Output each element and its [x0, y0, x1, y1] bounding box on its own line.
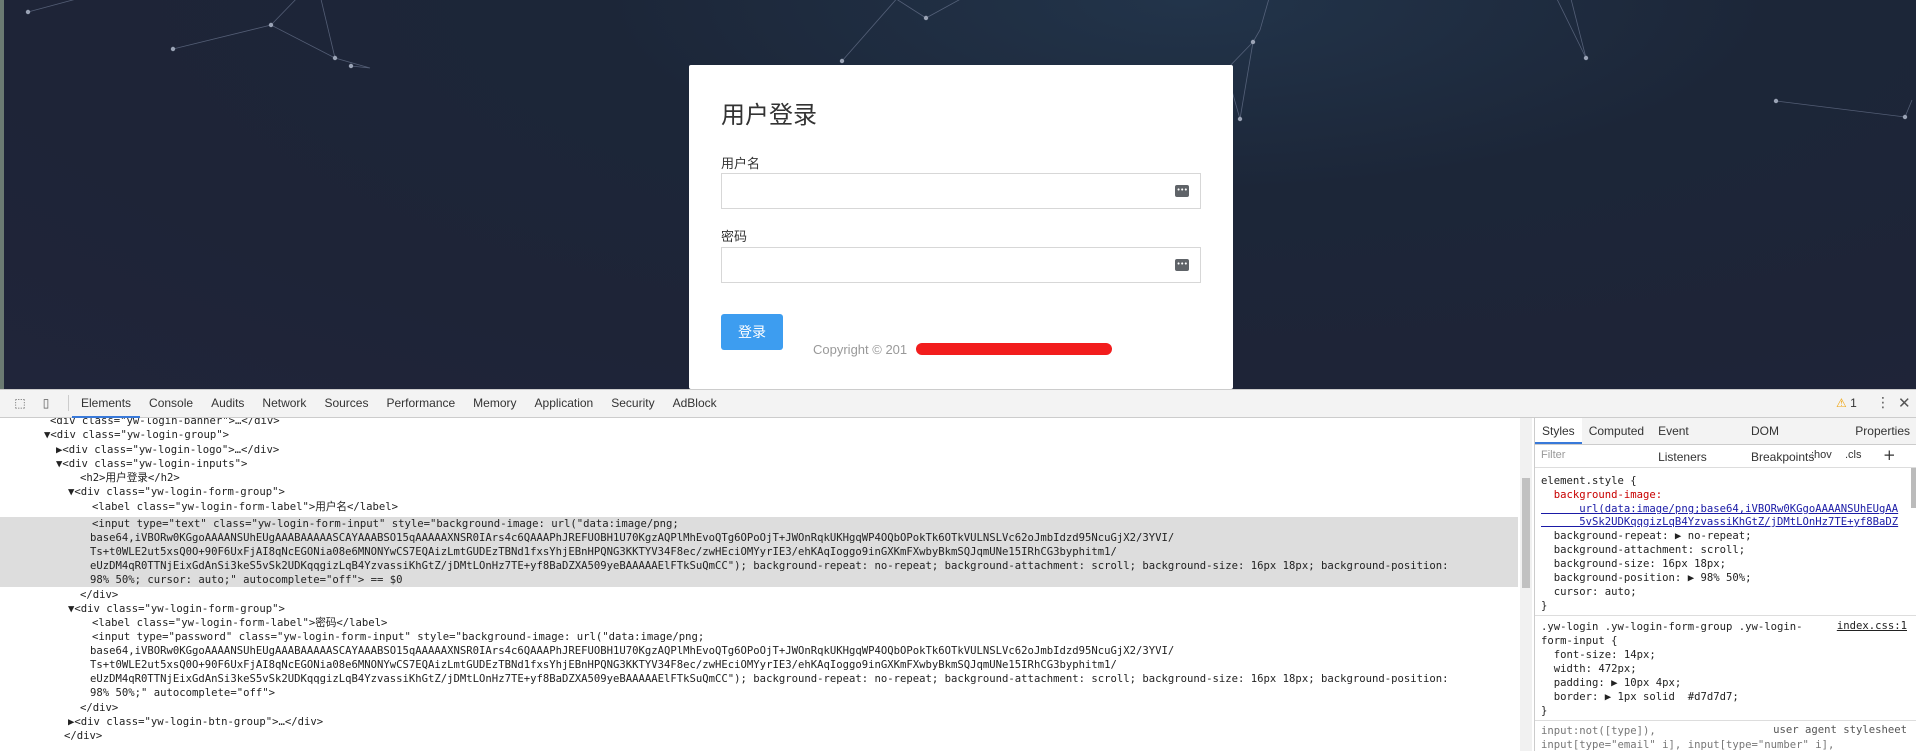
- tree-line[interactable]: </div>: [64, 729, 102, 743]
- tree-line-selected: Ts+t0WLE2ut5xsQ0O+90F6UxFjAI8qNcEGONia08…: [90, 546, 1117, 558]
- inspect-element-icon[interactable]: ⬚: [13, 396, 27, 410]
- css-property[interactable]: background-attachment: scroll;: [1541, 543, 1745, 557]
- tree-line[interactable]: ▼<div class="yw-login-inputs">: [56, 457, 247, 471]
- tab-properties[interactable]: Properties: [1848, 418, 1916, 444]
- tab-styles[interactable]: Styles: [1535, 418, 1582, 444]
- css-url-link[interactable]: 5vSk2UDKqqgizLqB4YzvassiKhGtZ/jDMtLOnHz7…: [1541, 515, 1898, 529]
- tree-line-selected: 98% 50%; cursor: auto;" autocomplete="of…: [90, 574, 403, 586]
- password-input[interactable]: •••: [721, 247, 1201, 283]
- rule-divider: [1535, 615, 1916, 616]
- warning-counter[interactable]: ⚠ 1: [1836, 396, 1857, 410]
- add-rule-icon[interactable]: +: [1883, 446, 1896, 464]
- page-viewport: 用户登录 用户名 ••• 密码 ••• 登录 Copyright © 201: [0, 0, 1916, 389]
- login-title: 用户登录: [721, 101, 817, 129]
- hover-state-toggle[interactable]: :hov: [1811, 449, 1832, 461]
- rule-divider: [1535, 720, 1916, 721]
- tab-adblock[interactable]: AdBlock: [664, 390, 726, 416]
- class-toggle[interactable]: .cls: [1845, 449, 1862, 461]
- elements-scrollbar[interactable]: [1520, 418, 1532, 751]
- styles-scrollbar[interactable]: [1911, 468, 1916, 508]
- css-selector: input[type="email" i], input[type="numbe…: [1541, 739, 1835, 751]
- elements-tree[interactable]: <div class="yw-login-banner">…</div> ▼<d…: [0, 418, 1518, 751]
- styles-filter-input[interactable]: Filter: [1541, 449, 1565, 461]
- css-rule-close: }: [1541, 705, 1548, 717]
- css-property[interactable]: padding: ▶ 10px 4px;: [1541, 676, 1682, 690]
- tab-performance[interactable]: Performance: [377, 390, 464, 416]
- css-property[interactable]: cursor: auto;: [1541, 585, 1637, 599]
- css-property[interactable]: background-position: ▶ 98% 50%;: [1541, 571, 1752, 585]
- tree-line[interactable]: </div>: [80, 588, 118, 602]
- tree-line[interactable]: ▶<div class="yw-login-logo">…</div>: [56, 443, 279, 457]
- source-link[interactable]: index.css:1: [1837, 620, 1907, 632]
- tree-line[interactable]: ▼<div class="yw-login-form-group">: [68, 485, 285, 499]
- css-selector: form-input {: [1541, 635, 1618, 647]
- css-property[interactable]: background-size: 16px 18px;: [1541, 557, 1726, 571]
- tree-line-selected: base64,iVBORw0KGgoAAAANSUhEUgAAABAAAAASC…: [90, 532, 1175, 544]
- login-card: 用户登录 用户名 ••• 密码 ••• 登录 Copyright © 201: [689, 65, 1233, 389]
- close-icon[interactable]: ✕: [1898, 394, 1911, 412]
- username-label: 用户名: [721, 157, 761, 172]
- tab-audits[interactable]: Audits: [202, 390, 253, 416]
- warning-icon: ⚠: [1836, 396, 1847, 410]
- tree-line[interactable]: ▼<div class="yw-login-form-group">: [68, 602, 285, 616]
- password-manager-icon[interactable]: •••: [1175, 259, 1189, 271]
- css-property[interactable]: width: 472px;: [1541, 662, 1637, 676]
- tree-line[interactable]: <label class="yw-login-form-label">用户名</…: [92, 500, 398, 514]
- tab-security[interactable]: Security: [602, 390, 663, 416]
- css-selector: input:not([type]),: [1541, 725, 1656, 737]
- css-selector: element.style {: [1541, 475, 1637, 487]
- login-button[interactable]: 登录: [721, 314, 783, 350]
- css-property[interactable]: font-size: 14px;: [1541, 648, 1656, 662]
- tree-line[interactable]: <input type="password" class="yw-login-f…: [92, 630, 704, 644]
- devtools-toolbar: ⬚ ▯ Elements Console Audits Network Sour…: [0, 390, 1916, 418]
- filter-bar: Filter :hov .cls +: [1535, 445, 1916, 468]
- tree-line: Ts+t0WLE2ut5xsQ0O+90F6UxFjAI8qNcEGONia08…: [90, 659, 1117, 671]
- tab-memory[interactable]: Memory: [464, 390, 525, 416]
- devtools-panel: ⬚ ▯ Elements Console Audits Network Sour…: [0, 389, 1916, 751]
- copyright-text: Copyright © 201: [813, 342, 908, 357]
- devtools-tabs: Elements Console Audits Network Sources …: [72, 390, 726, 418]
- tab-event-listeners[interactable]: Event Listeners: [1651, 418, 1744, 464]
- sidebar-tabs: Styles Computed Event Listeners DOM Brea…: [1535, 418, 1916, 464]
- tree-line[interactable]: ▼<div class="yw-login-group">: [44, 428, 229, 442]
- tree-line[interactable]: <div class="yw-login-banner">…</div>: [50, 418, 280, 428]
- tree-line[interactable]: ▶<div class="yw-login-btn-group">…</div>: [68, 715, 323, 729]
- password-manager-icon[interactable]: •••: [1175, 185, 1189, 197]
- css-url-link[interactable]: url(data:image/png;base64,iVBORw0KGgoAAA…: [1541, 502, 1898, 516]
- css-property[interactable]: border: ▶ 1px solid #d7d7d7;: [1541, 690, 1739, 704]
- ua-stylesheet-label: user agent stylesheet: [1773, 724, 1907, 736]
- tab-elements[interactable]: Elements: [72, 390, 141, 418]
- tree-line: 98% 50%;" autocomplete="off">: [90, 687, 275, 699]
- device-toolbar-icon[interactable]: ▯: [39, 396, 53, 410]
- styles-pane: Styles Computed Event Listeners DOM Brea…: [1534, 418, 1916, 751]
- tree-line-selected[interactable]: <input type="text" class="yw-login-form-…: [92, 517, 679, 531]
- css-property[interactable]: background-repeat: ▶ no-repeat;: [1541, 529, 1752, 543]
- css-rule-close: }: [1541, 600, 1548, 612]
- toolbar-divider: [68, 395, 69, 411]
- tab-sources[interactable]: Sources: [315, 390, 377, 416]
- redaction-mark: [916, 343, 1112, 355]
- tab-dom-breakpoints[interactable]: DOM Breakpoints: [1744, 418, 1848, 464]
- tree-line[interactable]: </div>: [80, 701, 118, 715]
- password-label: 密码: [721, 230, 748, 245]
- css-selector: .yw-login .yw-login-form-group .yw-login…: [1541, 621, 1803, 633]
- tab-computed[interactable]: Computed: [1582, 418, 1651, 444]
- scrollbar-thumb[interactable]: [1522, 478, 1530, 588]
- tab-application[interactable]: Application: [526, 390, 603, 416]
- username-input[interactable]: •••: [721, 173, 1201, 209]
- tree-line[interactable]: <h2>用户登录</h2>: [80, 471, 180, 485]
- tree-line: base64,iVBORw0KGgoAAAANSUhEUgAAABAAAAASC…: [90, 645, 1175, 657]
- tree-line: eUzDM4qR0TTNjEixGdAnSi3keS5vSk2UDKqqgizL…: [90, 673, 1449, 685]
- more-options-icon[interactable]: ⋮: [1876, 395, 1890, 411]
- tree-line[interactable]: <label class="yw-login-form-label">密码</l…: [92, 616, 387, 630]
- css-property[interactable]: background-image:: [1541, 488, 1662, 502]
- warning-count: 1: [1850, 396, 1857, 410]
- tree-line-selected: eUzDM4qR0TTNjEixGdAnSi3keS5vSk2UDKqqgizL…: [90, 560, 1449, 572]
- tab-network[interactable]: Network: [253, 390, 315, 416]
- tab-console[interactable]: Console: [140, 390, 202, 416]
